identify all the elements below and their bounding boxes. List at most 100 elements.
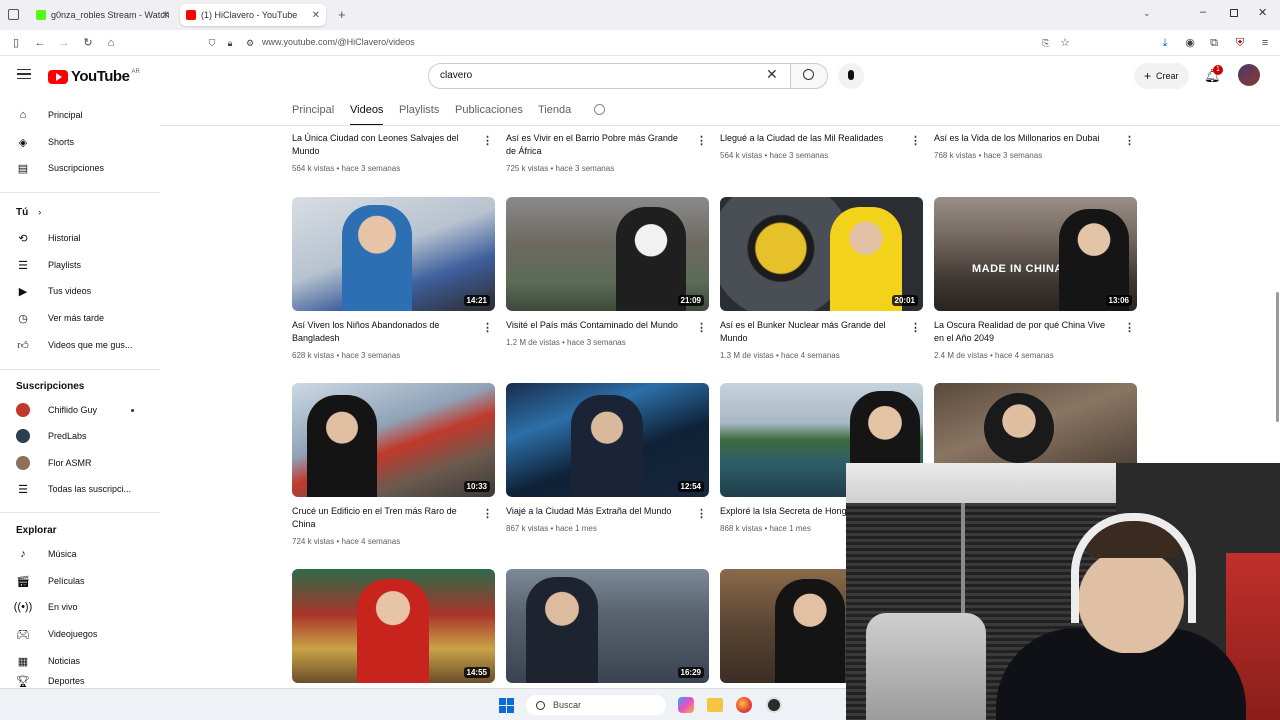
video-duration: 14:55 bbox=[463, 667, 490, 678]
close-tab-icon[interactable]: ✕ bbox=[162, 10, 170, 21]
sidebar-sub-chiflido-guy[interactable]: Chiflido Guy bbox=[16, 398, 146, 422]
new-tab-icon[interactable]: + bbox=[338, 7, 346, 22]
video-thumbnail[interactable]: 14:21 bbox=[292, 197, 495, 311]
video-thumbnail[interactable]: 12:54 bbox=[506, 383, 709, 497]
sidebar-item-deportes[interactable]: 🏆︎ Deportes bbox=[16, 674, 146, 688]
more-options-icon[interactable]: ⋮ bbox=[910, 134, 921, 147]
search-input[interactable]: clavero bbox=[428, 63, 792, 89]
close-tab-icon[interactable]: ✕ bbox=[312, 10, 320, 21]
more-options-icon[interactable]: ⋮ bbox=[482, 321, 493, 334]
sidebar-all-subscriptions[interactable]: ☰ Todas las suscripci... bbox=[16, 477, 146, 501]
video-title[interactable]: Así es Vivir en el Barrio Pobre más Gran… bbox=[506, 132, 686, 158]
tab-principal[interactable]: Principal bbox=[292, 104, 334, 116]
obs-icon[interactable] bbox=[766, 697, 782, 713]
video-title[interactable]: Crucé un Edificio en el Tren más Raro de… bbox=[292, 505, 472, 531]
copilot-icon[interactable] bbox=[678, 697, 694, 713]
create-button[interactable]: + Crear bbox=[1134, 63, 1189, 89]
sidebar-item-playlists[interactable]: ☰ Playlists bbox=[16, 253, 146, 277]
more-options-icon[interactable]: ⋮ bbox=[696, 507, 707, 520]
video-thumbnail[interactable]: 21:09 bbox=[506, 197, 709, 311]
more-options-icon[interactable]: ⋮ bbox=[1124, 134, 1135, 147]
firefox-icon[interactable] bbox=[736, 697, 752, 713]
ublock-icon[interactable]: ⛨ bbox=[1232, 35, 1248, 51]
tab-publicaciones[interactable]: Publicaciones bbox=[455, 104, 523, 116]
wall-shelf bbox=[846, 463, 1116, 503]
browser-menu-icon[interactable]: ≡ bbox=[1257, 35, 1273, 51]
sidebar-item-peliculas[interactable]: 🎬︎ Películas bbox=[16, 569, 146, 593]
sidebar-item-liked-videos[interactable]: 👍︎ Videos que me gus... bbox=[16, 333, 146, 357]
sidebar-item-en-vivo[interactable]: ((•)) En vivo bbox=[14, 595, 146, 619]
tab-tienda[interactable]: Tienda bbox=[538, 104, 571, 116]
sidebar-item-principal[interactable]: ⌂ Principal bbox=[16, 103, 146, 127]
person-figure bbox=[571, 395, 643, 497]
more-options-icon[interactable]: ⋮ bbox=[696, 134, 707, 147]
extensions-icon[interactable]: ⧉ bbox=[1206, 35, 1222, 51]
taskbar-search[interactable]: Buscar bbox=[526, 695, 666, 715]
video-title[interactable]: Así es la Vida de los Millonarios en Dub… bbox=[934, 132, 1114, 145]
permissions-icon[interactable]: ⚙ bbox=[242, 35, 258, 51]
video-title[interactable]: Viajé a la Ciudad Más Extraña del Mundo bbox=[506, 505, 686, 518]
more-options-icon[interactable]: ⋮ bbox=[696, 321, 707, 334]
file-explorer-icon[interactable] bbox=[707, 698, 723, 712]
hamburger-menu-icon[interactable] bbox=[17, 69, 31, 79]
back-icon[interactable]: ← bbox=[32, 35, 48, 51]
minimize-icon[interactable]: – bbox=[1200, 6, 1206, 18]
video-thumbnail[interactable]: 20:01 bbox=[720, 197, 923, 311]
close-window-icon[interactable]: ✕ bbox=[1258, 6, 1267, 19]
sidebar-item-suscripciones[interactable]: ▤ Suscripciones bbox=[16, 156, 146, 180]
browser-tab-youtube[interactable]: (1) HiClavero - YouTube ✕ bbox=[180, 4, 326, 26]
translate-icon[interactable]: ⎘ bbox=[1038, 35, 1054, 51]
video-thumbnail[interactable]: 14:55 bbox=[292, 569, 495, 683]
tab-overflow-chevron-icon[interactable]: ⌄ bbox=[1143, 8, 1151, 19]
sidebar-item-videojuegos[interactable]: 🎮︎ Videojuegos bbox=[16, 622, 146, 646]
video-thumbnail[interactable]: MADE IN CHINA 13:06 bbox=[934, 197, 1137, 311]
sidebar-you-header[interactable]: Tú › bbox=[16, 200, 146, 224]
channel-search-icon[interactable] bbox=[594, 104, 605, 115]
video-thumbnail[interactable]: 10:33 bbox=[292, 383, 495, 497]
download-icon[interactable]: ⤓ bbox=[1157, 35, 1173, 51]
tab-playlists[interactable]: Playlists bbox=[399, 104, 439, 116]
page-scrollbar[interactable] bbox=[1276, 292, 1279, 422]
reload-icon[interactable]: ↻ bbox=[80, 35, 96, 51]
browser-tab-kick[interactable]: g0nza_robles Stream - Watch Li ✕ bbox=[30, 4, 176, 26]
youtube-logo[interactable]: YouTube AR bbox=[48, 68, 140, 85]
video-title[interactable]: Así es el Bunker Nuclear más Grande del … bbox=[720, 319, 900, 345]
sidebar-sub-predlabs[interactable]: PredLabs bbox=[16, 424, 146, 448]
voice-search-button[interactable] bbox=[838, 63, 864, 89]
forward-icon[interactable]: → bbox=[56, 35, 72, 51]
more-options-icon[interactable]: ⋮ bbox=[482, 134, 493, 147]
tab-videos[interactable]: Videos bbox=[350, 104, 383, 116]
tab-list-icon[interactable] bbox=[8, 9, 19, 20]
windows-start-icon[interactable] bbox=[499, 698, 514, 713]
bookmark-star-icon[interactable]: ☆ bbox=[1057, 35, 1073, 51]
sidebar-item-tus-videos[interactable]: ▶ Tus videos bbox=[16, 279, 146, 303]
search-button[interactable] bbox=[790, 63, 828, 89]
url-field[interactable]: www.youtube.com/@HiClavero/videos bbox=[262, 37, 415, 47]
avatar[interactable] bbox=[1238, 64, 1260, 86]
lock-icon[interactable]: 🔒︎ bbox=[222, 35, 238, 51]
sidebar-item-historial[interactable]: ⟲ Historial bbox=[16, 226, 146, 250]
clear-search-icon[interactable]: ✕ bbox=[766, 66, 778, 83]
video-title[interactable]: Así Viven los Niños Abandonados de Bangl… bbox=[292, 319, 472, 345]
sidebar-item-label: Deportes bbox=[48, 676, 85, 686]
sidebar-item-shorts[interactable]: ◈ Shorts bbox=[16, 130, 146, 154]
video-title[interactable]: La Oscura Realidad de por qué China Vive… bbox=[934, 319, 1114, 345]
account-icon[interactable]: ◉ bbox=[1182, 35, 1198, 51]
video-title[interactable]: La Única Ciudad con Leones Salvajes del … bbox=[292, 132, 472, 158]
more-options-icon[interactable]: ⋮ bbox=[910, 321, 921, 334]
search-icon bbox=[536, 700, 545, 710]
sidebar-toggle-icon[interactable]: ▯ bbox=[8, 35, 24, 51]
sidebar-item-musica[interactable]: ♪ Música bbox=[16, 542, 146, 566]
video-title[interactable]: Llegué a la Ciudad de las Mil Realidades bbox=[720, 132, 900, 145]
maximize-icon[interactable] bbox=[1230, 9, 1238, 17]
video-thumbnail[interactable]: 16:29 bbox=[506, 569, 709, 683]
more-options-icon[interactable]: ⋮ bbox=[1124, 321, 1135, 334]
home-icon[interactable]: ⌂ bbox=[103, 35, 119, 51]
video-title[interactable]: Visité el País más Contaminado del Mundo bbox=[506, 319, 686, 332]
video-meta: 2.4 M de vistas • hace 4 semanas bbox=[934, 351, 1054, 360]
more-options-icon[interactable]: ⋮ bbox=[482, 507, 493, 520]
sidebar-sub-flor-asmr[interactable]: Flor ASMR bbox=[16, 451, 146, 475]
shield-icon[interactable]: ⛉ bbox=[204, 35, 220, 51]
sidebar-item-ver-mas-tarde[interactable]: ◷ Ver más tarde bbox=[16, 306, 146, 330]
sidebar-item-noticias[interactable]: ▦ Noticias bbox=[16, 649, 146, 673]
